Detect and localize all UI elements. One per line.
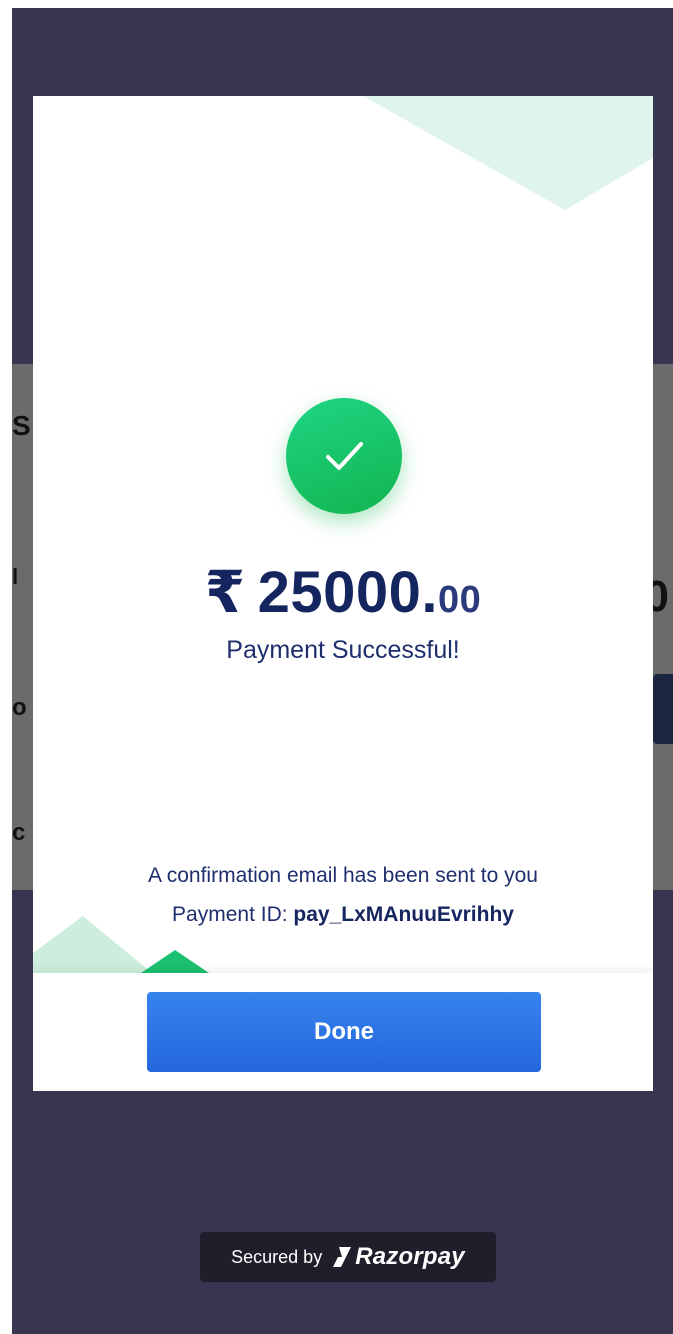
payment-status-text: Payment Successful! (226, 636, 460, 664)
decorative-shape-top (363, 96, 653, 210)
razorpay-logo-icon (333, 1247, 352, 1267)
modal-footer: Done (33, 973, 653, 1091)
payment-id-value: pay_LxMAnuuEvrihhy (293, 903, 514, 926)
amount-integer: 25000. (257, 560, 438, 625)
background-text-fragment: S (12, 410, 31, 441)
done-button[interactable]: Done (147, 992, 541, 1072)
payment-success-modal: ₹25000.00 Payment Successful! A confirma… (33, 96, 653, 1091)
success-check-icon (286, 398, 402, 514)
payment-amount: ₹25000.00 (33, 558, 653, 626)
background-text-fragment: c (12, 819, 26, 846)
payment-id-row: Payment ID: pay_LxMAnuuEvrihhy (33, 903, 653, 927)
background-button (653, 674, 673, 744)
background-text-fragment: o (12, 694, 27, 721)
background-text-fragment: l (12, 564, 19, 589)
amount-decimals: 00 (437, 579, 482, 621)
currency-symbol: ₹ (204, 560, 246, 625)
brand-name: Razorpay (355, 1243, 465, 1270)
confirmation-message: A confirmation email has been sent to yo… (148, 864, 538, 887)
check-icon (326, 442, 363, 470)
secured-by-label: Secured by (231, 1246, 323, 1267)
secured-by-badge: Secured by Razorpay (200, 1232, 496, 1282)
payment-screen: S l 0 o c ₹25000.00 Payment Successful! … (12, 8, 673, 1334)
razorpay-brand: Razorpay (330, 1243, 465, 1271)
payment-id-label: Payment ID: (172, 903, 288, 926)
